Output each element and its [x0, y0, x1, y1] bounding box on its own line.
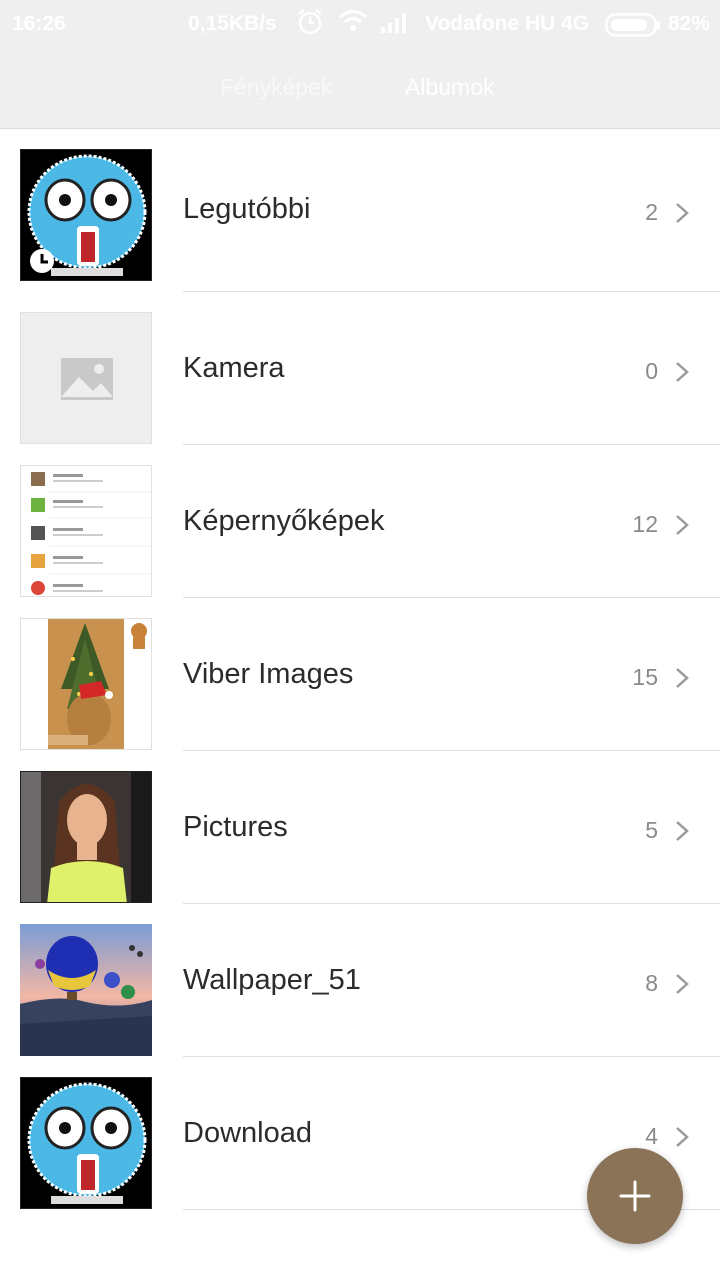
alarm-icon	[297, 8, 323, 42]
album-row-kamera[interactable]: Kamera 0	[0, 292, 720, 445]
balloon-thumbnail	[20, 924, 152, 1056]
status-bar: 16:26 0,15KB/s Vodafone HU 4G 82%	[0, 0, 720, 52]
chevron-right-icon	[676, 203, 689, 223]
album-name: Download	[183, 1117, 312, 1149]
image-placeholder-icon	[20, 312, 152, 444]
album-count: 12	[632, 511, 658, 537]
tab-photos[interactable]: Fényképek	[220, 74, 333, 101]
album-name: Kamera	[183, 352, 285, 384]
album-name: Wallpaper_51	[183, 964, 361, 996]
tab-albums[interactable]: Albumok	[405, 74, 494, 101]
album-row-viber-images[interactable]: Viber Images 15	[0, 598, 720, 751]
viber-thumbnail	[20, 618, 152, 750]
album-name: Pictures	[183, 811, 288, 843]
add-album-button[interactable]	[587, 1148, 683, 1244]
chevron-right-icon	[676, 974, 689, 994]
app-header: 16:26 0,15KB/s Vodafone HU 4G 82% Fényké…	[0, 0, 720, 129]
album-count: 5	[645, 817, 658, 843]
album-count: 0	[645, 358, 658, 384]
status-speed: 0,15KB/s	[188, 12, 277, 35]
battery-icon	[605, 13, 661, 43]
emoji-thumbnail	[20, 1077, 152, 1209]
album-row-kepernyokepek[interactable]: Képernyőképek 12	[0, 445, 720, 598]
chevron-right-icon	[676, 362, 689, 382]
emoji-thumbnail	[20, 149, 152, 281]
album-row-wallpaper[interactable]: Wallpaper_51 8	[0, 904, 720, 1057]
plus-icon	[619, 1180, 651, 1212]
status-battery-percent: 82%	[668, 12, 711, 35]
chevron-right-icon	[676, 515, 689, 535]
album-row-legutobbi[interactable]: Legutóbbi 2	[0, 129, 720, 292]
album-count: 15	[632, 664, 658, 690]
wifi-icon	[338, 8, 368, 40]
album-count: 2	[645, 199, 658, 225]
album-count: 8	[645, 970, 658, 996]
recent-clock-icon	[30, 249, 54, 273]
tab-bar: Fényképek Albumok	[0, 70, 720, 110]
album-name: Legutóbbi	[183, 193, 311, 225]
album-name: Képernyőképek	[183, 505, 385, 537]
portrait-thumbnail	[20, 771, 152, 903]
album-name: Viber Images	[183, 658, 354, 690]
screenshot-thumbnail	[20, 465, 152, 597]
status-carrier: Vodafone HU 4G	[425, 12, 590, 35]
signal-icon	[380, 10, 408, 40]
status-time: 16:26	[12, 12, 66, 35]
chevron-right-icon	[676, 821, 689, 841]
album-list: Legutóbbi 2 Kamera 0 Képernyőképek 12 Vi…	[0, 129, 720, 1210]
album-row-pictures[interactable]: Pictures 5	[0, 751, 720, 904]
chevron-right-icon	[676, 1127, 689, 1147]
album-count: 4	[645, 1123, 658, 1149]
chevron-right-icon	[676, 668, 689, 688]
